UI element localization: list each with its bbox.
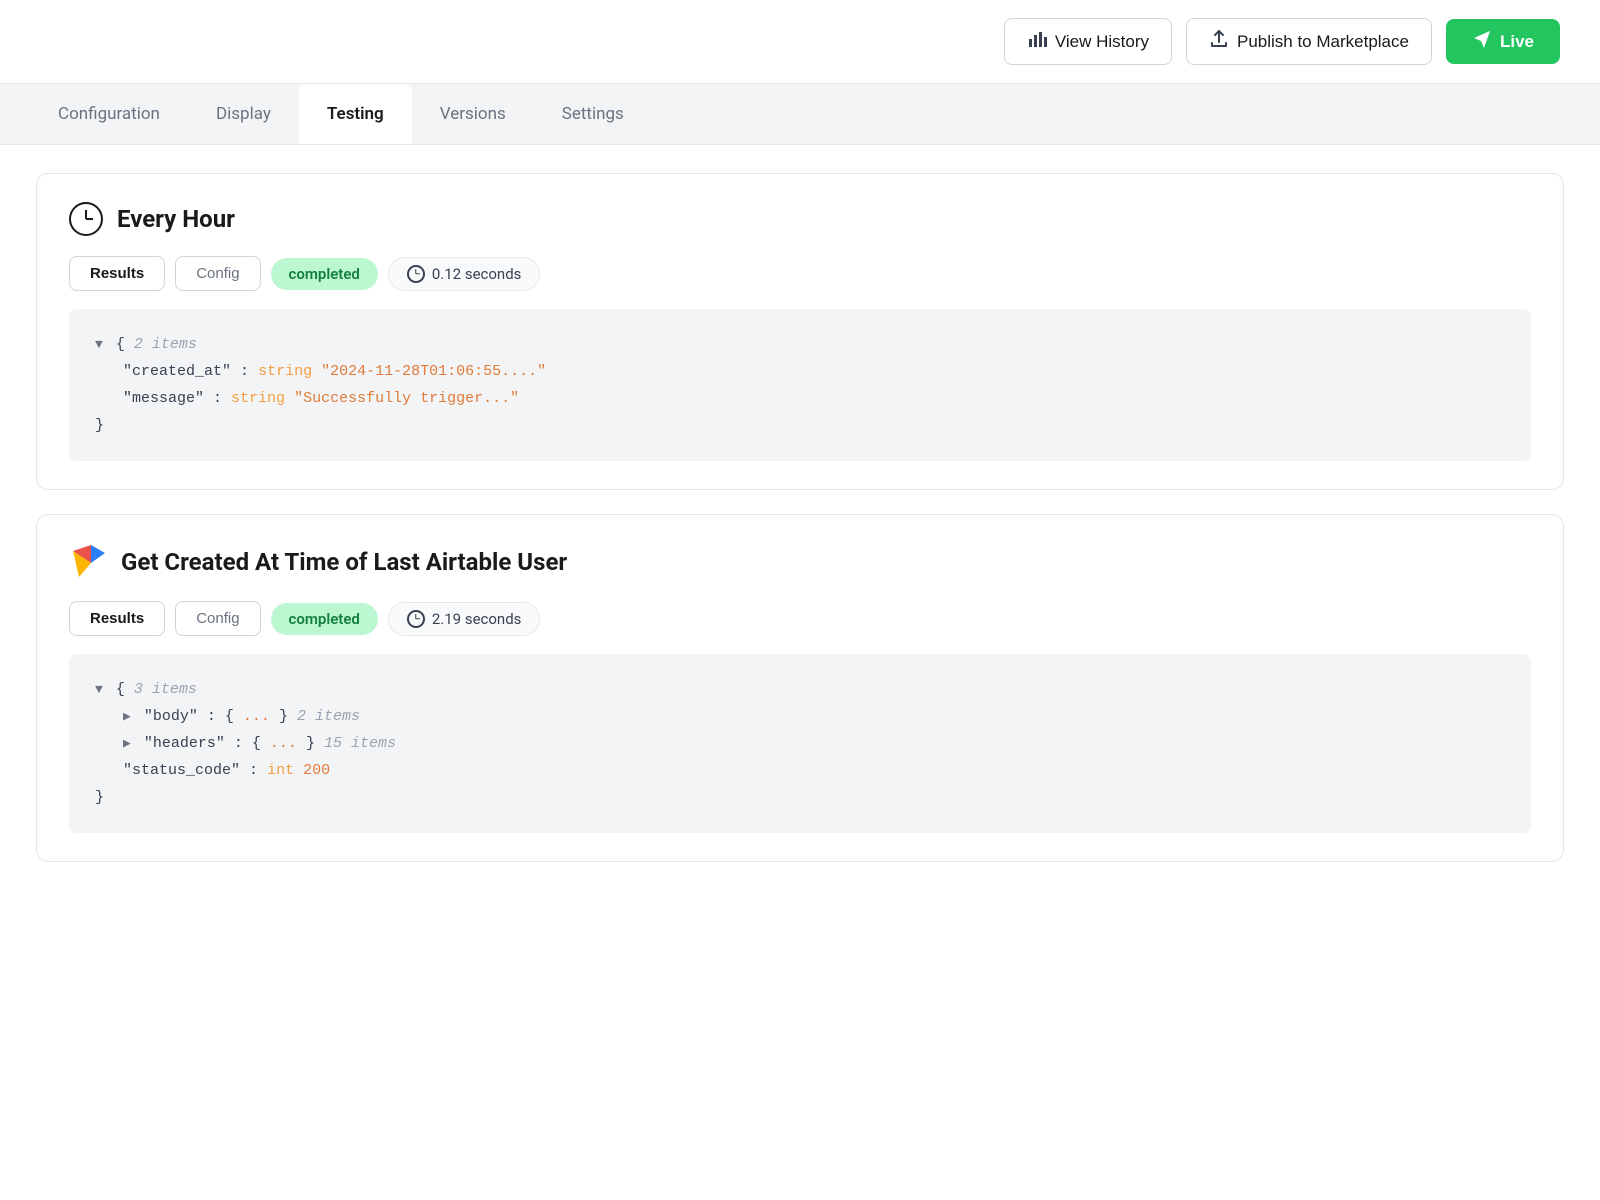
result-tabs-get-created-at: Results Config completed 2.19 seconds <box>69 601 1531 636</box>
tab-configuration[interactable]: Configuration <box>30 84 188 144</box>
tabs-bar: Configuration Display Testing Versions S… <box>0 84 1600 145</box>
json-value-status-code: 200 <box>303 762 330 779</box>
json-key-headers: "headers" <box>144 735 225 752</box>
result-tabs-every-hour: Results Config completed 0.12 seconds <box>69 256 1531 291</box>
json-type-created-at: string <box>258 363 312 380</box>
header: View History Publish to Marketplace Live <box>0 0 1600 84</box>
config-tab-every-hour[interactable]: Config <box>175 256 260 291</box>
main-content: Every Hour Results Config completed 0.12… <box>0 145 1600 890</box>
json-meta-1: 2 items <box>134 336 197 353</box>
tab-versions[interactable]: Versions <box>412 84 534 144</box>
json-root-get-created-at: ▼ { 3 items <box>95 676 1505 703</box>
collapse-arrow-2[interactable]: ▼ <box>95 682 103 697</box>
time-clock-icon-1 <box>407 265 425 283</box>
json-closing-brace-2: } <box>95 784 1505 811</box>
publish-label: Publish to Marketplace <box>1237 32 1409 52</box>
config-tab-get-created-at[interactable]: Config <box>175 601 260 636</box>
time-clock-icon-2 <box>407 610 425 628</box>
json-line-headers: ▶ "headers" : { ... } 15 items <box>95 730 1505 757</box>
collapse-arrow-headers[interactable]: ▶ <box>123 736 131 751</box>
time-badge-every-hour: 0.12 seconds <box>388 257 541 291</box>
json-line-created-at: "created_at" : string "2024-11-28T01:06:… <box>95 358 1505 385</box>
results-tab-get-created-at[interactable]: Results <box>69 601 165 636</box>
json-meta-body: 2 items <box>297 708 360 725</box>
json-key-status-code: "status_code" <box>123 762 240 779</box>
completed-badge-get-created-at: completed <box>271 603 378 635</box>
json-value-message: "Successfully trigger..." <box>294 390 519 407</box>
card-every-hour: Every Hour Results Config completed 0.12… <box>36 173 1564 490</box>
json-key-body: "body" <box>144 708 198 725</box>
send-icon <box>1472 29 1492 54</box>
tab-settings[interactable]: Settings <box>534 84 652 144</box>
collapse-arrow-1[interactable]: ▼ <box>95 337 103 352</box>
json-meta-2: 3 items <box>134 681 197 698</box>
completed-badge-every-hour: completed <box>271 258 378 290</box>
json-type-message: string <box>231 390 285 407</box>
json-line-message: "message" : string "Successfully trigger… <box>95 385 1505 412</box>
card-get-created-at: Get Created At Time of Last Airtable Use… <box>36 514 1564 862</box>
time-badge-get-created-at: 2.19 seconds <box>388 602 541 636</box>
json-type-status-code: int <box>267 762 294 779</box>
view-history-label: View History <box>1055 32 1149 52</box>
json-closing-brace-1: } <box>95 412 1505 439</box>
json-value-created-at: "2024-11-28T01:06:55...." <box>321 363 546 380</box>
results-tab-every-hour[interactable]: Results <box>69 256 165 291</box>
json-key-message: "message" <box>123 390 204 407</box>
card-title-get-created-at: Get Created At Time of Last Airtable Use… <box>69 543 1531 581</box>
json-block-every-hour: ▼ { 2 items "created_at" : string "2024-… <box>69 309 1531 461</box>
get-created-at-title: Get Created At Time of Last Airtable Use… <box>121 548 567 576</box>
time-label-every-hour: 0.12 seconds <box>432 265 522 283</box>
airtable-icon <box>69 543 107 581</box>
tab-display[interactable]: Display <box>188 84 299 144</box>
json-root-every-hour: ▼ { 2 items <box>95 331 1505 358</box>
time-label-get-created-at: 2.19 seconds <box>432 610 522 628</box>
json-line-body: ▶ "body" : { ... } 2 items <box>95 703 1505 730</box>
view-history-button[interactable]: View History <box>1004 18 1172 65</box>
every-hour-title: Every Hour <box>117 205 235 233</box>
live-button[interactable]: Live <box>1446 19 1560 64</box>
live-label: Live <box>1500 32 1534 52</box>
bar-chart-icon <box>1027 29 1047 54</box>
card-title-every-hour: Every Hour <box>69 202 1531 236</box>
publish-button[interactable]: Publish to Marketplace <box>1186 18 1432 65</box>
tab-testing[interactable]: Testing <box>299 84 412 144</box>
upload-icon <box>1209 29 1229 54</box>
json-key-created-at: "created_at" <box>123 363 231 380</box>
json-line-status-code: "status_code" : int 200 <box>95 757 1505 784</box>
json-meta-headers: 15 items <box>324 735 396 752</box>
clock-icon <box>69 202 103 236</box>
json-block-get-created-at: ▼ { 3 items ▶ "body" : { ... } 2 items ▶… <box>69 654 1531 833</box>
collapse-arrow-body[interactable]: ▶ <box>123 709 131 724</box>
